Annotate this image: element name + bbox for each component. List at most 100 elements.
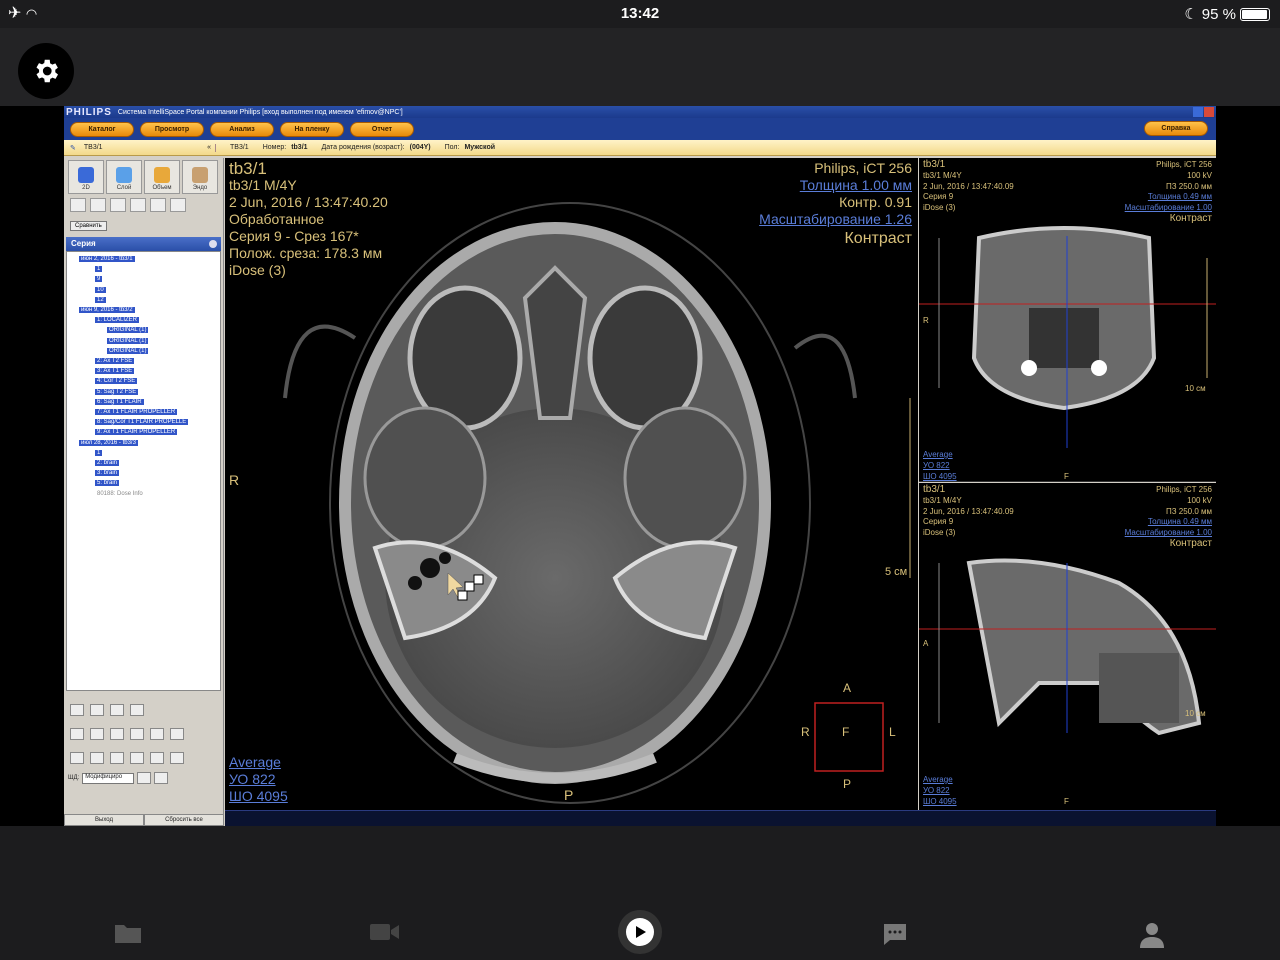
line-icon[interactable]	[70, 752, 84, 764]
tree-item[interactable]: 8: Sag/Cor T1 FLAIR PROPELLE	[69, 417, 218, 427]
menu-analysis[interactable]: Анализ	[210, 121, 274, 137]
copy-icon[interactable]	[110, 704, 124, 716]
roi-icon[interactable]	[170, 728, 184, 740]
sagittal-scan-overlay: Philips, iCT 256 100 kV ПЗ 250.0 мм Толщин…	[1124, 485, 1212, 549]
chat-icon[interactable]	[882, 922, 908, 946]
tree-item[interactable]: 1	[69, 264, 218, 274]
tree-item[interactable]: 2: Ax T2 FSE	[69, 356, 218, 366]
zoom-icon[interactable]	[130, 728, 144, 740]
series-close-icon[interactable]	[209, 240, 217, 248]
tree-item[interactable]: ORIGINAL (1)	[69, 336, 218, 346]
patient-tab[interactable]: ✎ ТВ3/1 «	[64, 143, 216, 152]
axial-viewport[interactable]: tb3/1 tb3/1 M/4Y 2 Jun, 2016 / 13:47:40.…	[225, 158, 918, 810]
window-title: Система IntelliSpace Portal компании Phi…	[117, 108, 403, 116]
tool-2d[interactable]: 2D	[68, 160, 104, 194]
folder-icon[interactable]	[114, 922, 142, 944]
person-icon[interactable]	[1140, 922, 1164, 948]
tree-item[interactable]: 1: LOCALIZER	[69, 315, 218, 325]
sagittal-scale: 10 см	[1185, 709, 1206, 718]
tree-item[interactable]: 5: brain	[69, 478, 218, 488]
minimize-button[interactable]	[1193, 107, 1203, 117]
tree-item[interactable]: 3: Ax T1 FSE	[69, 366, 218, 376]
window-preset: ШД: Модифициро	[64, 770, 224, 786]
tool-icon-1[interactable]	[70, 198, 86, 212]
menu-view[interactable]: Просмотр	[140, 121, 204, 137]
tool-slab[interactable]: Слой	[106, 160, 142, 194]
viewport-scrollbar[interactable]	[225, 810, 1216, 826]
menu-catalog[interactable]: Каталог	[70, 121, 134, 137]
save-icon[interactable]	[70, 704, 84, 716]
collapse-icon[interactable]: «	[207, 144, 211, 151]
preset-select[interactable]: Модифициро	[82, 772, 135, 784]
tool-volume[interactable]: Объем	[144, 160, 180, 194]
hand-icon[interactable]	[90, 728, 104, 740]
patient-overlay: tb3/1 tb3/1 M/4Y 2 Jun, 2016 / 13:47:40.…	[229, 159, 388, 278]
series-tree: июн 2, 2016 - tb3/1 1 9 10 12 июн 9, 201…	[66, 251, 221, 691]
coronal-patient-overlay: tb3/1 tb3/1 M/4Y 2 Jun, 2016 / 13:47:40.09…	[923, 159, 1014, 213]
coronal-window-overlay: Average УО 822 ШО 4095	[923, 450, 957, 481]
status-right: ☾ 95 %	[1184, 5, 1270, 23]
camera-icon[interactable]	[90, 704, 104, 716]
tool-icon-6[interactable]	[170, 198, 186, 212]
video-icon[interactable]	[370, 922, 400, 942]
menu-report[interactable]: Отчет	[350, 121, 414, 137]
ellipse-icon[interactable]	[170, 752, 184, 764]
tool-icon-2[interactable]	[90, 198, 106, 212]
tree-item[interactable]: ORIGINAL (1)	[69, 346, 218, 356]
window-icon[interactable]	[150, 728, 164, 740]
ruler-icon[interactable]	[130, 752, 144, 764]
reset-all-button[interactable]: Сбросить все	[144, 814, 224, 826]
play-icon	[636, 926, 646, 938]
tree-item[interactable]: 2: brain	[69, 458, 218, 468]
close-button[interactable]	[1204, 107, 1214, 117]
menu-film[interactable]: На пленку	[280, 121, 344, 137]
tree-item[interactable]: 7: Ax T1 FLAIR PROPELLER	[69, 407, 218, 417]
tree-item[interactable]: 6: Sag T1 FLAIR	[69, 397, 218, 407]
tool-icon-4[interactable]	[130, 198, 146, 212]
layout-icon[interactable]	[137, 772, 152, 784]
tree-item[interactable]: июн 2, 2016 - tb3/1	[69, 254, 218, 264]
sagittal-orient-f: F	[1064, 797, 1069, 806]
pan-icon[interactable]	[110, 728, 124, 740]
battery-icon	[1240, 7, 1270, 21]
tool-icon-3[interactable]	[110, 198, 126, 212]
play-button[interactable]	[618, 910, 662, 954]
thickness-link[interactable]: Толщина 1.00 мм	[759, 177, 912, 194]
tree-item[interactable]: 3: brain	[69, 468, 218, 478]
text-icon[interactable]	[150, 752, 164, 764]
tool-endo[interactable]: Эндо	[182, 160, 218, 194]
tree-item[interactable]: 9: Ax T1 FLAIR PROPELLER	[69, 427, 218, 437]
scale-link[interactable]: Масштабирование 1.26	[759, 211, 912, 228]
compare-button[interactable]: Сравнить	[70, 221, 107, 231]
tree-item[interactable]: 4: Cor T2 FSE	[69, 376, 218, 386]
tree-item[interactable]: 80188: Dose Info	[69, 489, 218, 499]
window-titlebar: PHILIPS Система IntelliSpace Portal комп…	[64, 106, 1216, 118]
tree-item[interactable]: 12	[69, 295, 218, 305]
settings-button[interactable]	[18, 43, 74, 99]
number-field: Номер: tb3/1	[262, 144, 308, 151]
tree-item[interactable]: июн 9, 2016 - tb3/2	[69, 305, 218, 315]
orientation-right: R	[229, 472, 240, 488]
tree-item[interactable]: июл 28, 2016 - tb3/3	[69, 438, 218, 448]
sagittal-viewport[interactable]: tb3/1 tb3/1 M/4Y 2 Jun, 2016 / 13:47:40.09…	[919, 483, 1216, 810]
help-button[interactable]: Справка	[1144, 121, 1208, 136]
orientation-posterior: P	[564, 787, 574, 803]
coronal-orient-f: F	[1064, 472, 1069, 481]
coronal-viewport[interactable]: tb3/1 tb3/1 M/4Y 2 Jun, 2016 / 13:47:40.09…	[919, 158, 1216, 482]
tree-item[interactable]: ORIGINAL (1)	[69, 325, 218, 335]
patient-id: TB3/1	[230, 144, 249, 151]
book-icon[interactable]	[130, 704, 144, 716]
pointer-icon[interactable]	[70, 728, 84, 740]
circle-icon[interactable]	[90, 752, 104, 764]
angle-icon[interactable]	[110, 752, 124, 764]
coronal-scale: 10 см	[1185, 384, 1206, 393]
exit-button[interactable]: Выход	[64, 814, 144, 826]
tree-item[interactable]: 10	[69, 285, 218, 295]
tree-item[interactable]: 5: Sag T2 FSE	[69, 387, 218, 397]
tree-item[interactable]: 9	[69, 274, 218, 284]
orientation-cube[interactable]: A R F L P	[785, 678, 915, 798]
dob-field: Дата рождения (возраст): (004Y)	[321, 144, 431, 151]
tree-item[interactable]: 1	[69, 448, 218, 458]
tool-icon-5[interactable]	[150, 198, 166, 212]
grid-icon[interactable]	[154, 772, 169, 784]
